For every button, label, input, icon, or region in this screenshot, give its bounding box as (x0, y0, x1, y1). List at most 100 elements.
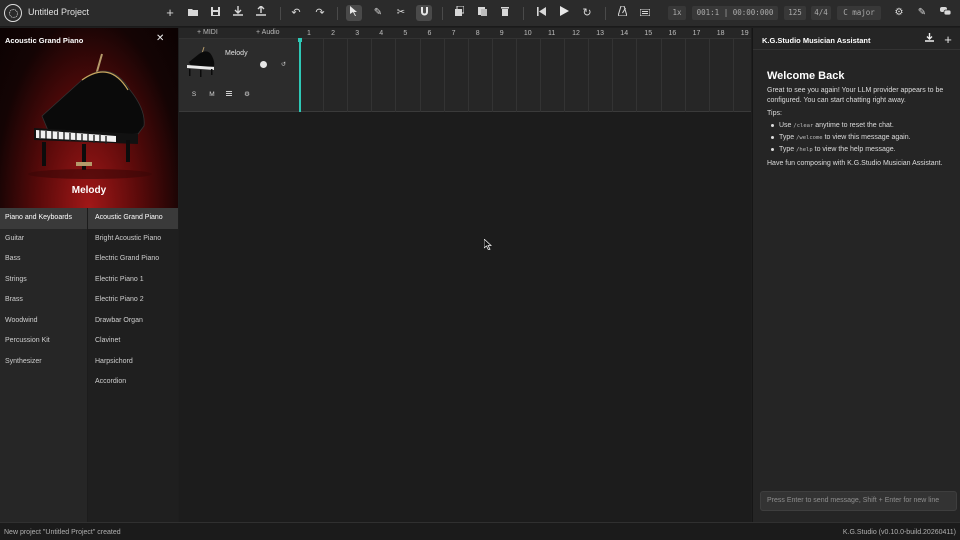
delete-icon[interactable] (497, 5, 513, 21)
volume-knob[interactable] (260, 61, 267, 68)
bar-number[interactable]: 4 (379, 30, 383, 37)
bar-number[interactable]: 9 (500, 30, 504, 37)
redo-icon[interactable]: ↷ (312, 5, 328, 21)
bar-number[interactable]: 5 (403, 30, 407, 37)
chat-bubbles-icon[interactable] (937, 5, 953, 21)
loop-icon[interactable]: ↻ (579, 5, 595, 21)
preset-item[interactable]: Clavinet (88, 331, 178, 352)
bar-number[interactable]: 18 (717, 30, 725, 37)
bar-grid-line (636, 39, 638, 112)
magnet-snap-icon[interactable] (416, 5, 432, 21)
mute-button[interactable]: M (206, 89, 218, 100)
export-icon[interactable] (230, 5, 246, 21)
position-time-display[interactable]: 001:1 | 00:00:000 (692, 6, 778, 20)
tips-label: Tips: (767, 110, 782, 117)
playback-speed-display[interactable]: 1x (668, 6, 686, 20)
undo-icon[interactable]: ↶ (288, 5, 304, 21)
open-icon[interactable] (185, 5, 201, 21)
bar-number[interactable]: 19 (741, 30, 749, 37)
key-signature-field[interactable]: C major (837, 6, 881, 20)
import-icon[interactable] (253, 5, 269, 21)
bar-number[interactable]: 12 (572, 30, 580, 37)
bar-number[interactable]: 1 (307, 30, 311, 37)
pointer-tool-icon[interactable] (346, 5, 362, 21)
toolbar-divider (442, 7, 443, 20)
welcome-heading: Welcome Back (767, 70, 845, 82)
play-icon[interactable] (556, 5, 572, 21)
settings-gear-icon[interactable]: ⚙ (891, 5, 907, 21)
app-window: Untitled Project + ↶ ↷ ✎ ✂ ↻ 1x 001:1 | … (0, 0, 960, 540)
preset-list: Acoustic Grand Piano Bright Acoustic Pia… (88, 208, 178, 522)
category-item-strings[interactable]: Strings (0, 270, 87, 291)
add-audio-track-button[interactable]: + Audio (256, 29, 280, 36)
solo-button[interactable]: S (188, 89, 200, 100)
timeline-ruler[interactable]: + MIDI + Audio 1 2 3 4 5 6 7 8 9 10 11 12 13 14 15 16 17… (179, 28, 751, 39)
copy-icon[interactable] (451, 5, 467, 21)
version-label: K.G.Studio (v0.10.0-build.20260411) (842, 529, 956, 536)
bar-number[interactable]: 3 (355, 30, 359, 37)
track-menu-icon[interactable] (223, 89, 235, 100)
add-midi-track-button[interactable]: + MIDI (197, 29, 218, 36)
arrangement-view[interactable]: + MIDI + Audio 1 2 3 4 5 6 7 8 9 10 11 12 13 14 15 16 17… (179, 28, 751, 522)
chat-input[interactable]: Press Enter to send message, Shift + Ent… (760, 491, 957, 511)
bar-number[interactable]: 15 (644, 30, 652, 37)
category-item-synthesizer[interactable]: Synthesizer (0, 352, 87, 373)
close-icon[interactable]: ✕ (156, 33, 164, 44)
track-lane[interactable] (299, 39, 751, 112)
category-item-piano-keyboards[interactable]: Piano and Keyboards (0, 208, 87, 229)
bar-grid-line (467, 39, 469, 112)
download-icon[interactable] (922, 33, 936, 47)
category-item-woodwind[interactable]: Woodwind (0, 311, 87, 332)
paste-icon[interactable] (474, 5, 490, 21)
new-project-icon[interactable]: + (162, 5, 178, 21)
track-settings-icon[interactable]: ⚙ (241, 89, 253, 100)
bar-grid-line (323, 39, 325, 112)
bar-number[interactable]: 10 (524, 30, 532, 37)
category-item-guitar[interactable]: Guitar (0, 229, 87, 250)
skip-to-start-icon[interactable] (533, 5, 549, 21)
preset-item[interactable]: Electric Piano 1 (88, 270, 178, 291)
preset-item[interactable]: Electric Grand Piano (88, 249, 178, 270)
project-title[interactable]: Untitled Project (28, 7, 89, 17)
playhead[interactable] (299, 39, 301, 112)
bar-number[interactable]: 16 (669, 30, 677, 37)
bar-number[interactable]: 11 (548, 30, 555, 37)
preset-item[interactable]: Accordion (88, 372, 178, 393)
pencil-tool-icon[interactable]: ✎ (370, 5, 386, 21)
track-header[interactable]: Melody ↺ S M ⚙ (179, 39, 299, 112)
pan-knob-icon[interactable]: ↺ (281, 61, 286, 68)
track-name-label[interactable]: Melody (225, 50, 248, 57)
tempo-field[interactable]: 125 (784, 6, 806, 20)
new-chat-icon[interactable]: + (941, 33, 955, 47)
metronome-icon[interactable] (614, 5, 630, 21)
bar-number[interactable]: 6 (428, 30, 432, 37)
preset-item[interactable]: Electric Piano 2 (88, 290, 178, 311)
bar-number[interactable]: 13 (596, 30, 604, 37)
magic-wand-icon[interactable]: ✎ (914, 5, 930, 21)
instrument-track-name: Melody (71, 185, 107, 196)
category-item-percussion-kit[interactable]: Percussion Kit (0, 331, 87, 352)
scissors-tool-icon[interactable]: ✂ (393, 5, 409, 21)
welcome-outro: Have fun composing with K.G.Studio Music… (767, 160, 943, 167)
preset-item[interactable]: Harpsichord (88, 352, 178, 373)
logo-icon[interactable] (4, 4, 22, 22)
save-icon[interactable] (207, 5, 223, 21)
bar-number[interactable]: 14 (620, 30, 628, 37)
bar-number[interactable]: 2 (331, 30, 335, 37)
preset-item[interactable]: Acoustic Grand Piano (88, 208, 178, 229)
preset-item[interactable]: Drawbar Organ (88, 311, 178, 332)
category-item-brass[interactable]: Brass (0, 290, 87, 311)
playhead-handle[interactable] (298, 38, 302, 42)
bar-number[interactable]: 7 (452, 30, 456, 37)
bar-grid-line (732, 39, 734, 112)
keyboard-icon[interactable] (637, 5, 653, 21)
top-toolbar: Untitled Project + ↶ ↷ ✎ ✂ ↻ 1x 001:1 | … (0, 0, 960, 27)
piano-thumbnail-icon (187, 46, 215, 77)
time-signature-field[interactable]: 4/4 (811, 6, 831, 20)
command-code: /clear (793, 123, 814, 129)
preset-item[interactable]: Bright Acoustic Piano (88, 229, 178, 250)
category-item-bass[interactable]: Bass (0, 249, 87, 270)
bar-number[interactable]: 8 (476, 30, 480, 37)
bar-number[interactable]: 17 (693, 30, 701, 37)
assistant-header: K.G.Studio Musician Assistant + (753, 28, 960, 50)
